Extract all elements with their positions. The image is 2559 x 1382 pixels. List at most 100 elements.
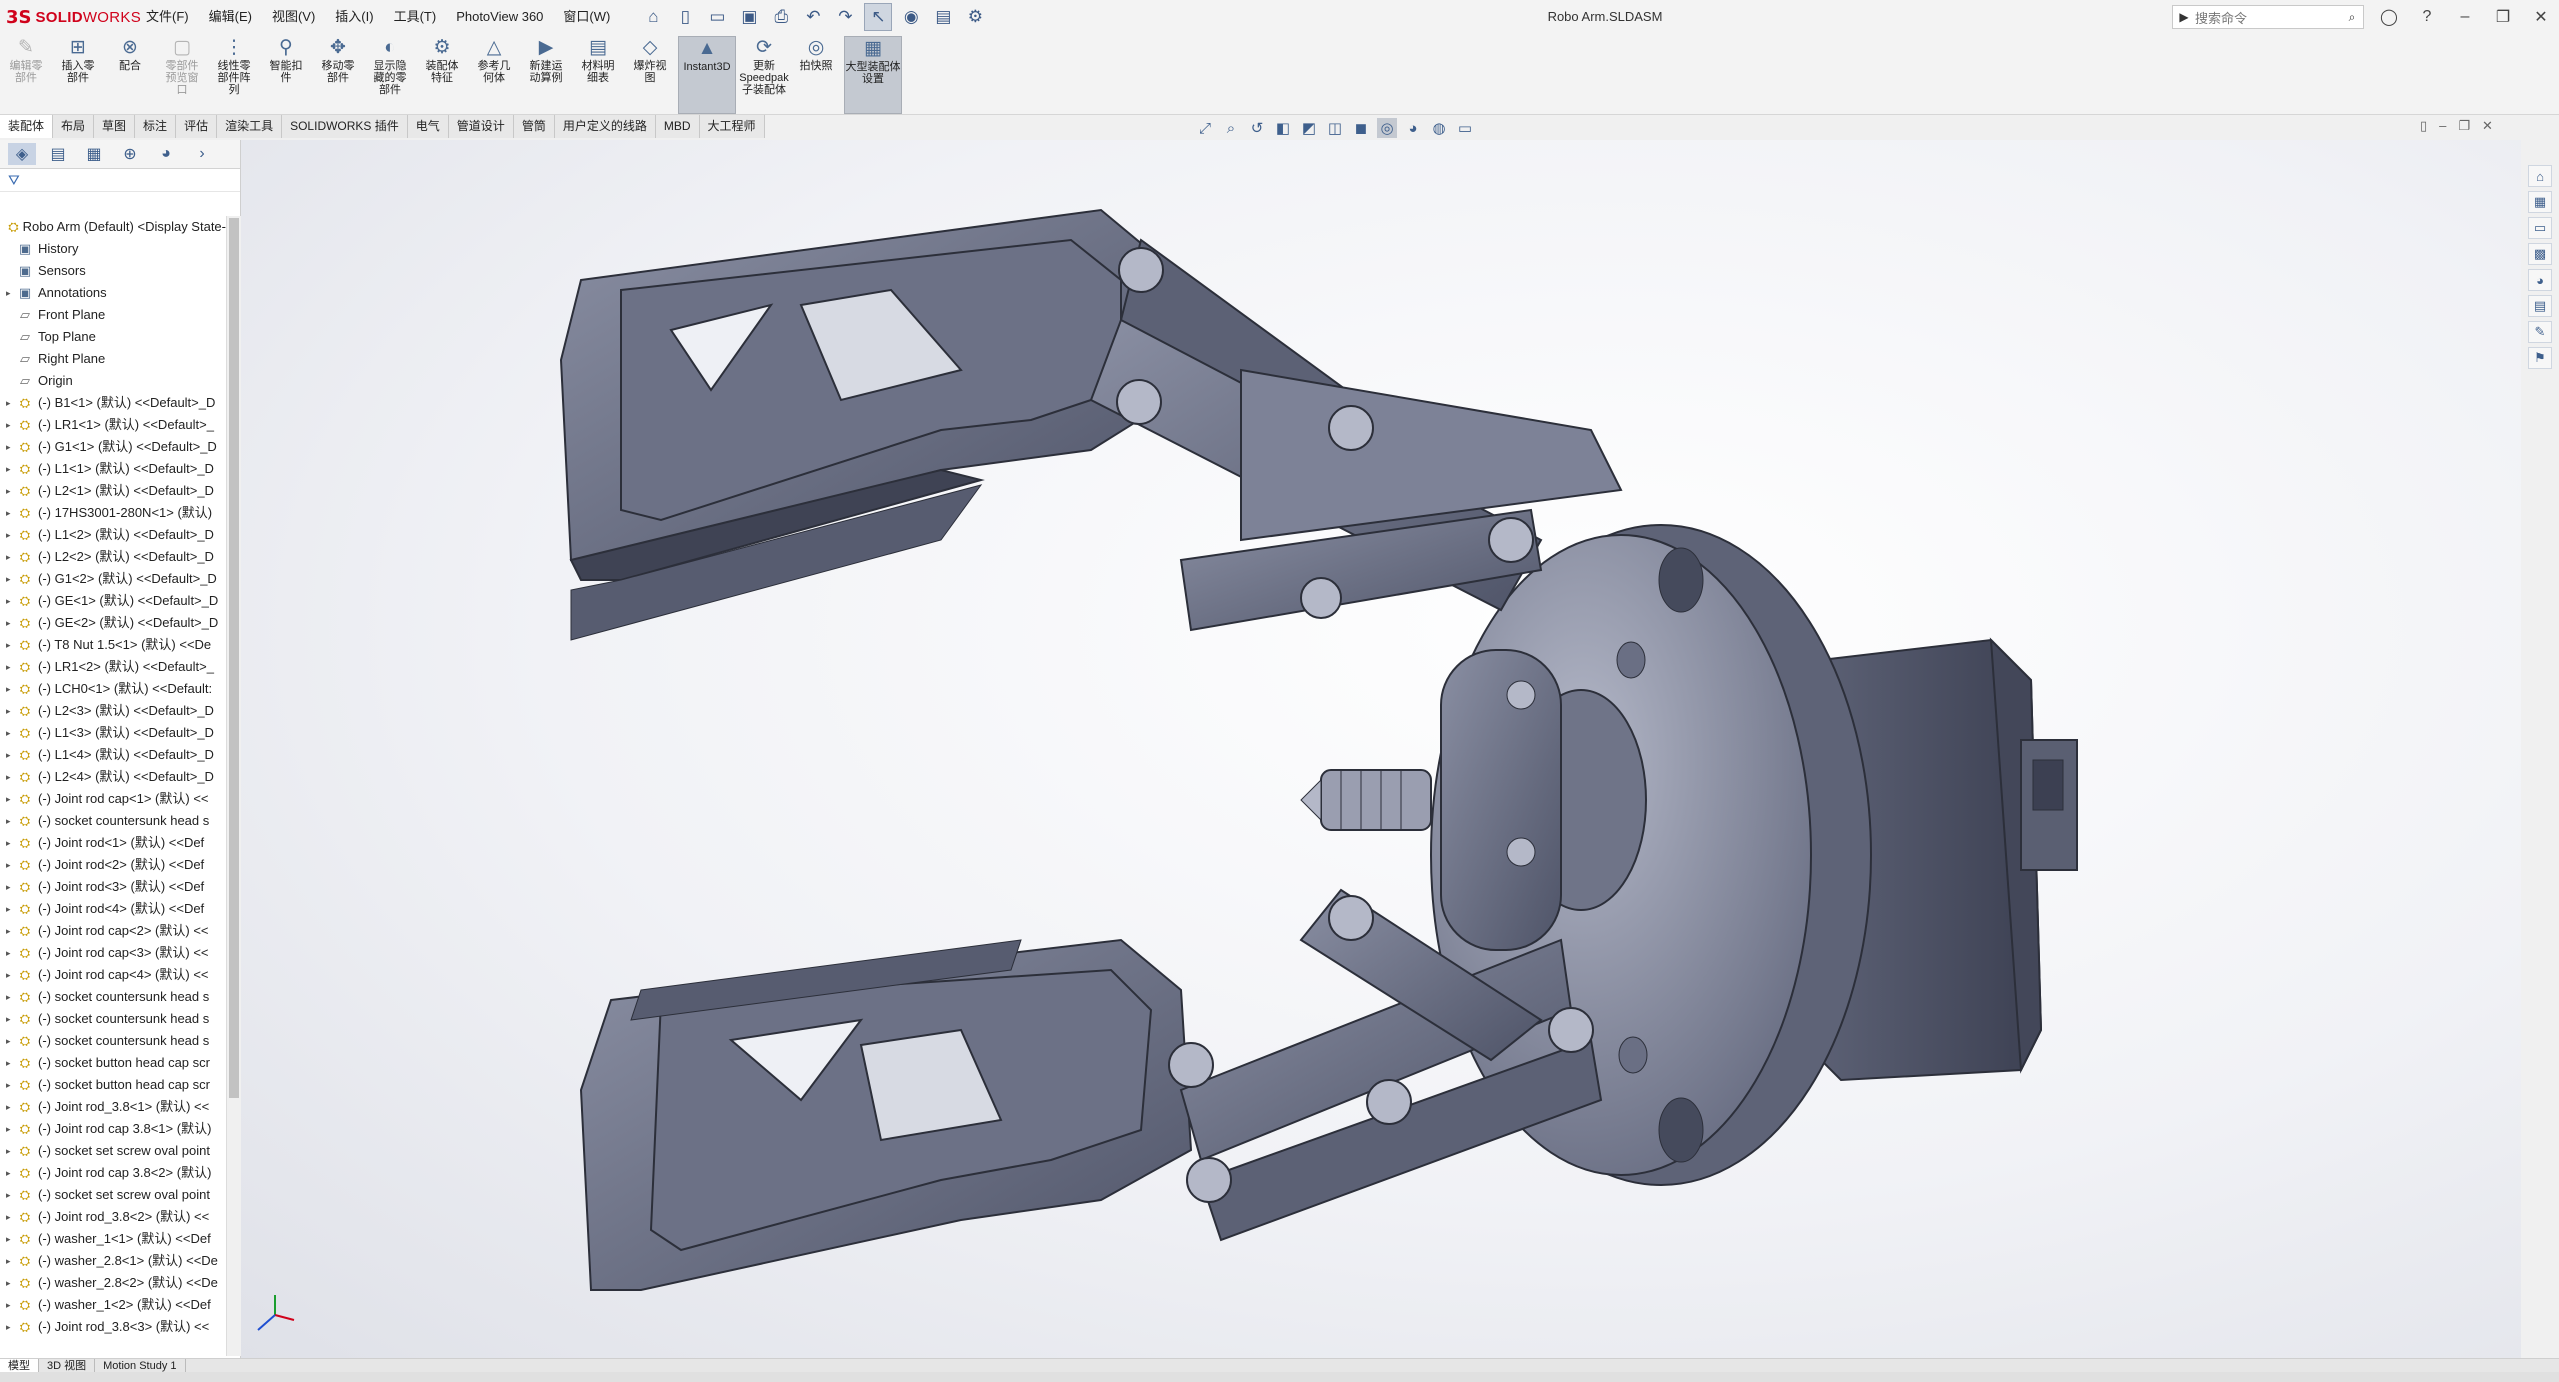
expand-arrow-icon[interactable]: ▸ bbox=[6, 722, 16, 744]
viewport-minimize-icon[interactable]: – bbox=[2439, 118, 2446, 134]
options-gear-icon[interactable]: ⚙ bbox=[962, 4, 988, 30]
expand-arrow-icon[interactable]: ▸ bbox=[6, 546, 16, 568]
tab-7[interactable]: 电气 bbox=[407, 115, 449, 138]
expand-arrow-icon[interactable]: ▸ bbox=[6, 1206, 16, 1228]
ribbon-button-7[interactable]: ◐ 显示隐藏的零部件 bbox=[370, 36, 410, 114]
expand-arrow-icon[interactable]: ▸ bbox=[6, 700, 16, 722]
tree-item[interactable]: ▸ ⛭ (-) Joint rod cap 3.8<2> (默认) bbox=[0, 1162, 226, 1184]
tree-item[interactable]: ▸ ⛭ (-) L2<1> (默认) <<Default>_D bbox=[0, 480, 226, 502]
tree-item[interactable]: ▸ ⛭ (-) Joint rod_3.8<2> (默认) << bbox=[0, 1206, 226, 1228]
tree-item[interactable]: ▸ ⛭ (-) LR1<1> (默认) <<Default>_ bbox=[0, 414, 226, 436]
ribbon-button-13[interactable]: ▲ Instant3D bbox=[678, 36, 736, 114]
expand-arrow-icon[interactable]: ▸ bbox=[6, 502, 16, 524]
menu-item-6[interactable]: 窗口(W) bbox=[553, 0, 620, 34]
search-icon[interactable]: ⌕ bbox=[2341, 10, 2363, 25]
expand-arrow-icon[interactable]: ▸ bbox=[6, 590, 16, 612]
tree-item[interactable]: ▸ ⛭ (-) LCH0<1> (默认) <<Default: bbox=[0, 678, 226, 700]
tree-item[interactable]: ▸ ⛭ (-) Joint rod cap<4> (默认) << bbox=[0, 964, 226, 986]
ribbon-button-2[interactable]: ⊗ 配合 bbox=[110, 36, 150, 114]
expand-arrow-icon[interactable]: ▸ bbox=[6, 942, 16, 964]
menu-item-0[interactable]: 文件(F) bbox=[136, 0, 199, 34]
center-link[interactable] bbox=[1440, 649, 1562, 951]
tree-item[interactable]: ▸ ⛭ (-) Joint rod<3> (默认) <<Def bbox=[0, 876, 226, 898]
tree-item[interactable]: ▸ ▣ Annotations bbox=[0, 282, 226, 304]
zoom-to-area-icon[interactable]: ⌕ bbox=[1221, 118, 1241, 138]
expand-arrow-icon[interactable]: ▸ bbox=[6, 876, 16, 898]
ribbon-button-0[interactable]: ✎ 编辑零部件 bbox=[6, 36, 46, 114]
tree-item[interactable]: ▸ ⛭ (-) socket countersunk head s bbox=[0, 1030, 226, 1052]
tree-item[interactable]: ▸ ⛭ (-) T8 Nut 1.5<1> (默认) <<De bbox=[0, 634, 226, 656]
expand-arrow-icon[interactable]: ▸ bbox=[6, 810, 16, 832]
expand-arrow-icon[interactable]: ▸ bbox=[6, 568, 16, 590]
zoom-to-fit-icon[interactable]: ⤢ bbox=[1195, 118, 1215, 138]
search-commands[interactable]: ▶ 搜索命令 ⌕ bbox=[2172, 5, 2364, 29]
expand-arrow-icon[interactable]: ▸ bbox=[6, 458, 16, 480]
expand-arrow-icon[interactable]: ▸ bbox=[6, 612, 16, 634]
bottom-tab-0[interactable]: 模型 bbox=[0, 1359, 39, 1373]
tree-item[interactable]: ▸ ⛭ (-) Joint rod<2> (默认) <<Def bbox=[0, 854, 226, 876]
tree-item[interactable]: ▸ ⛭ (-) Joint rod_3.8<3> (默认) << bbox=[0, 1316, 226, 1338]
ribbon-button-9[interactable]: △ 参考几何体 bbox=[474, 36, 514, 114]
expand-arrow-icon[interactable]: ▸ bbox=[6, 1008, 16, 1030]
expand-arrow-icon[interactable]: ▸ bbox=[6, 1250, 16, 1272]
view-settings-icon[interactable]: ▭ bbox=[1455, 118, 1475, 138]
tree-item[interactable]: ▸ ⛭ (-) socket countersunk head s bbox=[0, 986, 226, 1008]
tab-1[interactable]: 布局 bbox=[53, 115, 95, 138]
scrollbar-thumb[interactable] bbox=[229, 218, 239, 1098]
tab-9[interactable]: 管筒 bbox=[513, 115, 555, 138]
minimize-button[interactable]: – bbox=[2453, 8, 2477, 26]
tab-4[interactable]: 评估 bbox=[176, 115, 218, 138]
home-icon[interactable]: ⌂ bbox=[640, 4, 666, 30]
lower-finger[interactable] bbox=[579, 938, 1193, 1291]
tree-item[interactable]: ▸ ⛭ (-) socket countersunk head s bbox=[0, 810, 226, 832]
forum-icon[interactable]: ✎ bbox=[2528, 321, 2552, 343]
tab-6[interactable]: SOLIDWORKS 插件 bbox=[282, 115, 408, 138]
lead-screw[interactable] bbox=[1300, 769, 1432, 831]
tree-filter-icon[interactable]: ⛛ bbox=[0, 169, 240, 192]
tree-item[interactable]: ▸ ⛭ (-) washer_1<1> (默认) <<Def bbox=[0, 1228, 226, 1250]
tree-item[interactable]: ▸ ⛭ (-) socket set screw oval point bbox=[0, 1140, 226, 1162]
menu-item-1[interactable]: 编辑(E) bbox=[199, 0, 262, 34]
upper-finger[interactable] bbox=[559, 208, 1173, 641]
ribbon-button-6[interactable]: ✥ 移动零部件 bbox=[318, 36, 358, 114]
tab-3[interactable]: 标注 bbox=[135, 115, 177, 138]
edit-appearance-icon[interactable]: ◕ bbox=[1403, 118, 1423, 138]
user-account-icon[interactable]: ◯ bbox=[2377, 7, 2401, 27]
tree-item[interactable]: ⛭ Robo Arm (Default) <Display State- bbox=[0, 216, 226, 238]
hide-show-items-icon[interactable]: ◎ bbox=[1377, 118, 1397, 138]
menu-item-5[interactable]: PhotoView 360 bbox=[446, 0, 553, 34]
tree-item[interactable]: ▸ ⛭ (-) L1<2> (默认) <<Default>_D bbox=[0, 524, 226, 546]
tree-item[interactable]: ▸ ⛭ (-) washer_2.8<2> (默认) <<De bbox=[0, 1272, 226, 1294]
solidworks-logo[interactable]: 3S SOLIDWORKS bbox=[6, 7, 141, 28]
file-explorer-icon[interactable]: ▭ bbox=[2528, 217, 2552, 239]
custom-properties-icon[interactable]: ▤ bbox=[2528, 295, 2552, 317]
ribbon-button-14[interactable]: ⟳ 更新Speedpak子装配体 bbox=[739, 36, 789, 114]
restore-button[interactable]: ❐ bbox=[2491, 7, 2515, 27]
tree-item[interactable]: ▸ ⛭ (-) B1<1> (默认) <<Default>_D bbox=[0, 392, 226, 414]
apply-scene-icon[interactable]: ◍ bbox=[1429, 118, 1449, 138]
panel-expand-chevron-icon[interactable]: › bbox=[188, 143, 216, 165]
tree-item[interactable]: ▸ ⛭ (-) GE<1> (默认) <<Default>_D bbox=[0, 590, 226, 612]
expand-arrow-icon[interactable]: ▸ bbox=[6, 414, 16, 436]
expand-arrow-icon[interactable]: ▸ bbox=[6, 634, 16, 656]
bottom-tab-1[interactable]: 3D 视图 bbox=[39, 1359, 96, 1373]
menu-item-3[interactable]: 插入(I) bbox=[325, 0, 383, 34]
tree-item[interactable]: ▸ ⛭ (-) Joint rod cap<3> (默认) << bbox=[0, 942, 226, 964]
tree-item[interactable]: ▸ ⛭ (-) Joint rod<1> (默认) <<Def bbox=[0, 832, 226, 854]
redo-icon[interactable]: ↷ bbox=[832, 4, 858, 30]
expand-arrow-icon[interactable]: ▸ bbox=[6, 744, 16, 766]
tree-item[interactable]: ▸ ⛭ (-) washer_2.8<1> (默认) <<De bbox=[0, 1250, 226, 1272]
tab-0[interactable]: 装配体 bbox=[0, 115, 54, 138]
tree-item[interactable]: ▸ ⛭ (-) Joint rod cap<2> (默认) << bbox=[0, 920, 226, 942]
document-recovery-icon[interactable]: ⚑ bbox=[2528, 347, 2552, 369]
expand-arrow-icon[interactable]: ▸ bbox=[6, 480, 16, 502]
tree-item[interactable]: ▣ Sensors bbox=[0, 260, 226, 282]
tab-12[interactable]: 大工程师 bbox=[699, 115, 765, 138]
menu-item-2[interactable]: 视图(V) bbox=[262, 0, 325, 34]
dimxpert-tab-icon[interactable]: ⊕ bbox=[116, 143, 144, 165]
graphics-viewport[interactable] bbox=[241, 140, 2521, 1358]
view-palette-icon[interactable]: ▩ bbox=[2528, 243, 2552, 265]
expand-arrow-icon[interactable]: ▸ bbox=[6, 678, 16, 700]
expand-arrow-icon[interactable]: ▸ bbox=[6, 1294, 16, 1316]
tree-item[interactable]: ▸ ⛭ (-) socket countersunk head s bbox=[0, 1008, 226, 1030]
